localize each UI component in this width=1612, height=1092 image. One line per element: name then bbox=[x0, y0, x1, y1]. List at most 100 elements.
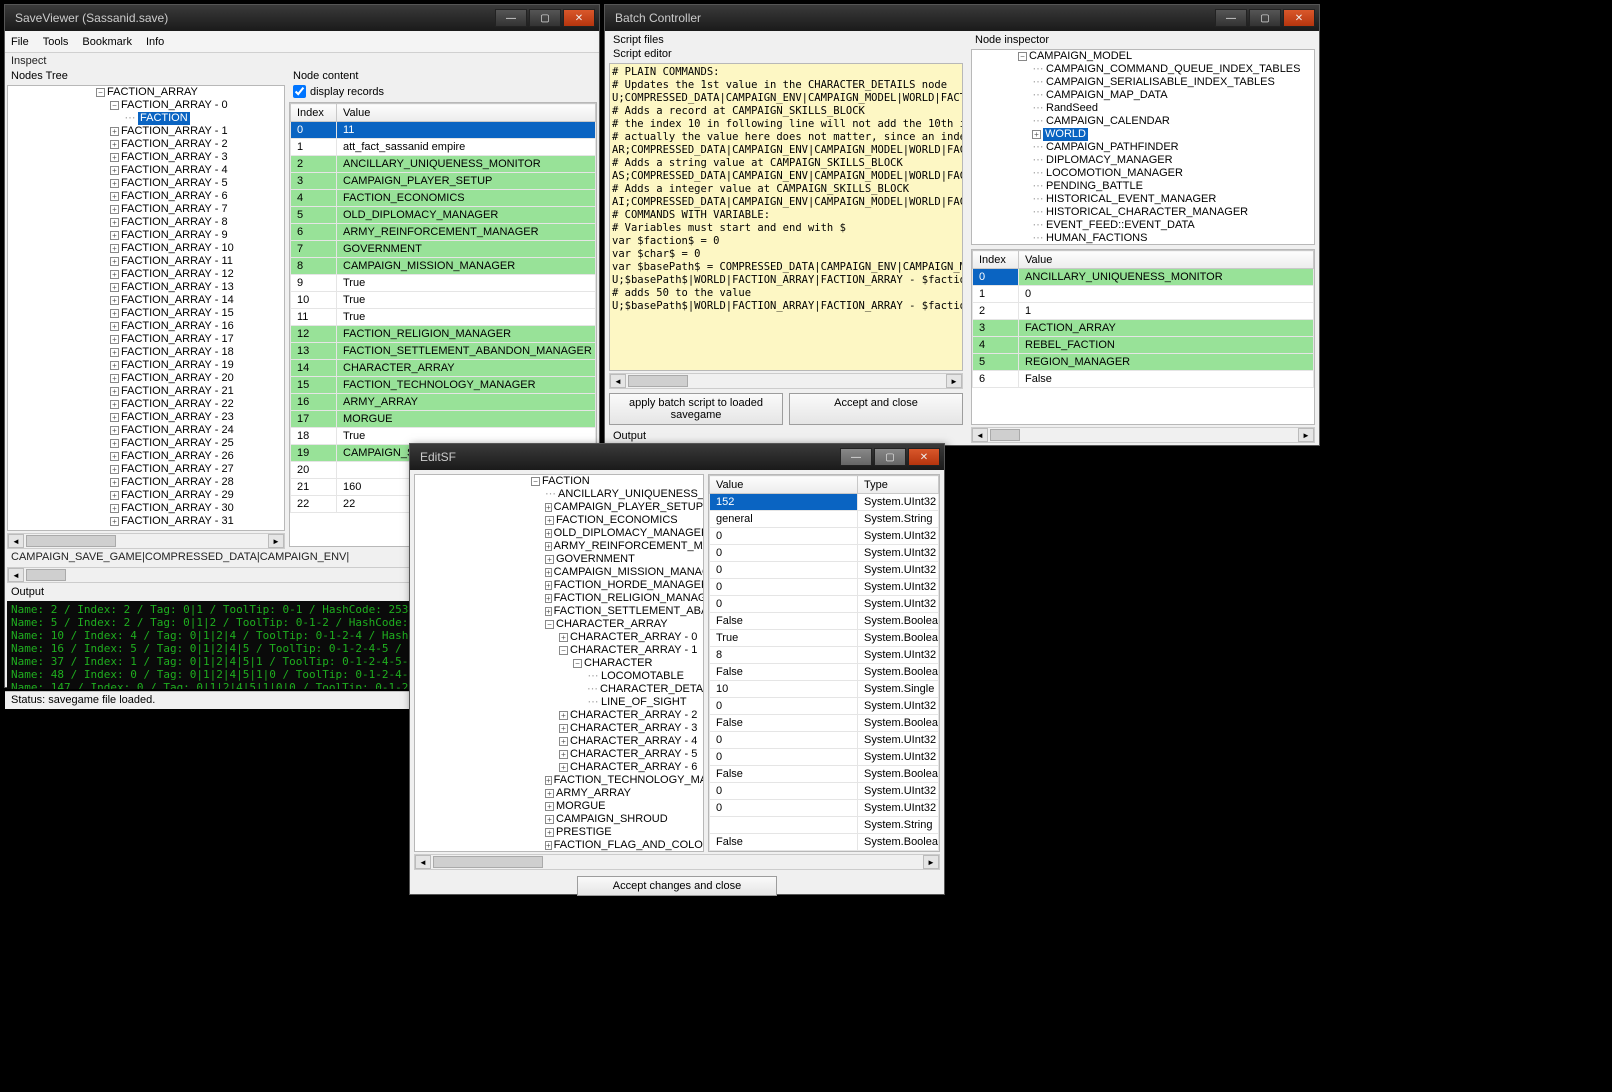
table-row[interactable]: 5OLD_DIPLOMACY_MANAGER bbox=[291, 207, 596, 224]
table-row[interactable]: 0System.UInt32 bbox=[710, 749, 939, 766]
tree-node[interactable]: FACTION_ARRAY - 20 bbox=[121, 372, 234, 385]
tree-node[interactable]: FACTION_ARRAY - 1 bbox=[121, 125, 228, 138]
tree-node[interactable]: CHARACTER_DETAI bbox=[600, 683, 704, 696]
minimize-button[interactable]: — bbox=[1215, 9, 1247, 27]
tree-node[interactable]: FACTION_ARRAY - 7 bbox=[121, 203, 228, 216]
tree-node[interactable]: LOCOMOTION_MANAGER bbox=[1046, 167, 1183, 180]
expander-icon[interactable]: + bbox=[110, 491, 119, 500]
tree-node[interactable]: FACTION_ARRAY - 18 bbox=[121, 346, 234, 359]
tree-node[interactable]: FACTION_ARRAY - 13 bbox=[121, 281, 234, 294]
table-row[interactable]: 0System.UInt32 bbox=[710, 596, 939, 613]
table-row[interactable]: FalseSystem.Boolean bbox=[710, 834, 939, 851]
table-row[interactable]: System.String bbox=[710, 817, 939, 834]
expander-icon[interactable]: + bbox=[110, 270, 119, 279]
tree-node[interactable]: HISTORICAL_EVENT_MANAGER bbox=[1046, 193, 1216, 206]
tree-node[interactable]: FACTION_ARRAY - 25 bbox=[121, 437, 234, 450]
table-row[interactable]: FalseSystem.Boolean bbox=[710, 766, 939, 783]
table-row[interactable]: 0System.UInt32 bbox=[710, 562, 939, 579]
tree-node[interactable]: FACTION_ARRAY - 5 bbox=[121, 177, 228, 190]
tree-node[interactable]: FACTION_ARRAY bbox=[107, 86, 198, 99]
expander-icon[interactable]: + bbox=[1032, 130, 1041, 139]
expander-icon[interactable]: + bbox=[110, 153, 119, 162]
tree-node[interactable]: FACTION_ARRAY - 17 bbox=[121, 333, 234, 346]
tree-node[interactable]: RandSeed bbox=[1046, 102, 1098, 115]
menu-tools[interactable]: Tools bbox=[43, 36, 69, 48]
table-row[interactable]: 4FACTION_ECONOMICS bbox=[291, 190, 596, 207]
table-row[interactable]: 011 bbox=[291, 122, 596, 139]
menu-bookmark[interactable]: Bookmark bbox=[82, 36, 132, 48]
close-button[interactable]: ✕ bbox=[1283, 9, 1315, 27]
expander-icon[interactable]: + bbox=[545, 815, 554, 824]
tree-node[interactable]: FACTION_ARRAY - 11 bbox=[121, 255, 233, 268]
table-row[interactable]: 5REGION_MANAGER bbox=[973, 354, 1314, 371]
tree-node[interactable]: MORGUE bbox=[556, 800, 606, 813]
inspector-tree[interactable]: −CAMPAIGN_MODEL⋯CAMPAIGN_COMMAND_QUEUE_I… bbox=[971, 49, 1315, 245]
tree-node[interactable]: FACTION_ARRAY - 2 bbox=[121, 138, 228, 151]
table-row[interactable]: 0System.UInt32 bbox=[710, 800, 939, 817]
expander-icon[interactable]: + bbox=[110, 231, 119, 240]
menu-info[interactable]: Info bbox=[146, 36, 164, 48]
titlebar[interactable]: Batch Controller — ▢ ✕ bbox=[605, 5, 1319, 31]
tree-node[interactable]: CAMPAIGN_MODEL bbox=[1029, 50, 1132, 63]
tree-node[interactable]: FACTION_ARRAY - 14 bbox=[121, 294, 234, 307]
table-row[interactable]: 1att_fact_sassanid empire bbox=[291, 139, 596, 156]
expander-icon[interactable]: + bbox=[110, 374, 119, 383]
tree-node[interactable]: CAMPAIGN_MISSION_MANAGE bbox=[554, 566, 704, 579]
tree-node[interactable]: LINE_OF_SIGHT bbox=[601, 696, 687, 709]
tree-hscroll[interactable]: ◄► bbox=[7, 533, 285, 549]
tree-node[interactable]: FACTION_ARRAY - 10 bbox=[121, 242, 234, 255]
tree-node[interactable]: FACTION_RELIGION_MANAGER bbox=[554, 592, 704, 605]
table-row[interactable]: 9True bbox=[291, 275, 596, 292]
tree-node[interactable]: CAMPAIGN_COMMAND_QUEUE_INDEX_TABLES bbox=[1046, 63, 1300, 76]
tree-node[interactable]: FACTION_ARRAY - 30 bbox=[121, 502, 234, 515]
expander-icon[interactable]: + bbox=[110, 400, 119, 409]
tree-node[interactable]: FACTION_ARRAY - 9 bbox=[121, 229, 228, 242]
table-row[interactable]: 10True bbox=[291, 292, 596, 309]
table-row[interactable]: 10System.Single bbox=[710, 681, 939, 698]
expander-icon[interactable]: + bbox=[559, 724, 568, 733]
expander-icon[interactable]: + bbox=[110, 465, 119, 474]
tree-node[interactable]: FACTION_ARRAY - 15 bbox=[121, 307, 234, 320]
table-row[interactable]: 3CAMPAIGN_PLAYER_SETUP bbox=[291, 173, 596, 190]
tree-node[interactable]: CAMPAIGN_PATHFINDER bbox=[1046, 141, 1179, 154]
tree-node[interactable]: FACTION_ECONOMICS bbox=[556, 514, 678, 527]
maximize-button[interactable]: ▢ bbox=[529, 9, 561, 27]
tree-node[interactable]: ARMY_REINFORCEMENT_MAN bbox=[554, 540, 704, 553]
table-row[interactable]: 12FACTION_RELIGION_MANAGER bbox=[291, 326, 596, 343]
tree-node[interactable]: FACTION_ARRAY - 19 bbox=[121, 359, 234, 372]
expander-icon[interactable]: + bbox=[110, 296, 119, 305]
tree-node[interactable]: ANCILLARY_UNIQUENESS_MO bbox=[558, 488, 704, 501]
expander-icon[interactable]: + bbox=[110, 517, 119, 526]
tree-node[interactable]: FACTION_ARRAY - 22 bbox=[121, 398, 234, 411]
col-value[interactable]: Value bbox=[1019, 251, 1314, 269]
table-row[interactable]: 6ARMY_REINFORCEMENT_MANAGER bbox=[291, 224, 596, 241]
tree-node[interactable]: CHARACTER_ARRAY - 5 bbox=[570, 748, 697, 761]
tree-node[interactable]: FACTION_ARRAY - 8 bbox=[121, 216, 228, 229]
script-editor[interactable]: # PLAIN COMMANDS: # Updates the 1st valu… bbox=[609, 63, 963, 371]
maximize-button[interactable]: ▢ bbox=[874, 448, 906, 466]
table-row[interactable]: 0System.UInt32 bbox=[710, 579, 939, 596]
tree-node[interactable]: FACTION_ARRAY - 16 bbox=[121, 320, 234, 333]
titlebar[interactable]: SaveViewer (Sassanid.save) — ▢ ✕ bbox=[5, 5, 599, 31]
display-records-checkbox[interactable] bbox=[293, 85, 306, 98]
table-row[interactable]: FalseSystem.Boolean bbox=[710, 664, 939, 681]
tree-node[interactable]: FACTION_ARRAY - 24 bbox=[121, 424, 234, 437]
table-row[interactable]: 152System.UInt32 bbox=[710, 494, 939, 511]
expander-icon[interactable]: + bbox=[110, 361, 119, 370]
tree-node[interactable]: LOCOMOTABLE bbox=[601, 670, 684, 683]
table-row[interactable]: 6False bbox=[973, 371, 1314, 388]
expander-icon[interactable]: + bbox=[110, 205, 119, 214]
expander-icon[interactable]: + bbox=[545, 529, 552, 538]
tree-node[interactable]: FACTION_ARRAY - 4 bbox=[121, 164, 228, 177]
expander-icon[interactable]: ⋯ bbox=[545, 488, 556, 501]
expander-icon[interactable]: + bbox=[545, 828, 554, 837]
tree-node[interactable]: GOVERNMENT bbox=[556, 553, 635, 566]
close-button[interactable]: ✕ bbox=[563, 9, 595, 27]
table-row[interactable]: 0System.UInt32 bbox=[710, 528, 939, 545]
expander-icon[interactable]: + bbox=[559, 633, 568, 642]
tree-node[interactable]: CHARACTER_ARRAY - 4 bbox=[570, 735, 697, 748]
expander-icon[interactable]: + bbox=[110, 478, 119, 487]
tree-node[interactable]: CAMPAIGN_MAP_DATA bbox=[1046, 89, 1168, 102]
expander-icon[interactable]: + bbox=[110, 452, 119, 461]
tree-node[interactable]: FACTION_ARRAY - 0 bbox=[121, 99, 228, 112]
